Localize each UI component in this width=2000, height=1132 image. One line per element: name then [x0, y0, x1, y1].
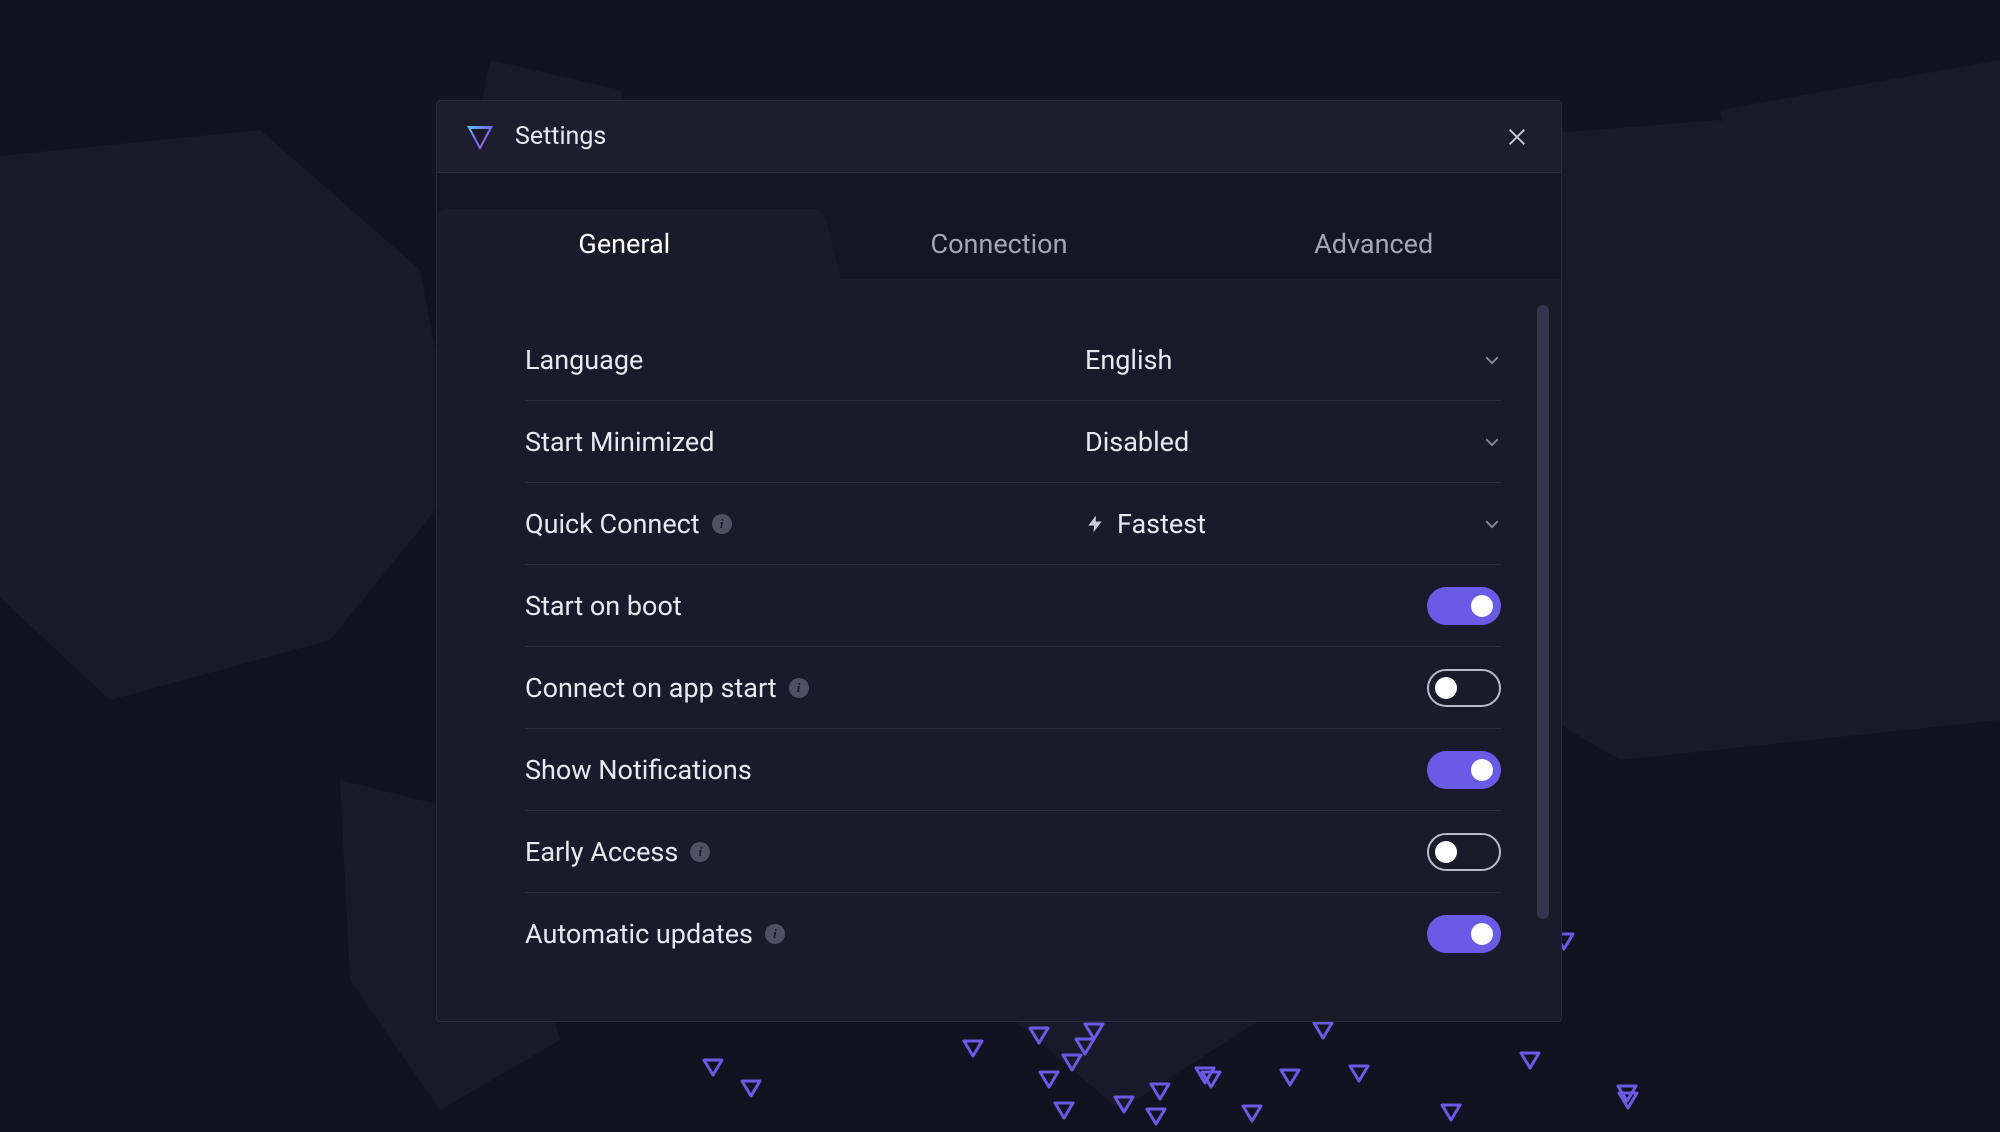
row-language: Language English — [525, 319, 1501, 401]
start-minimized-select[interactable]: Disabled — [1085, 401, 1501, 483]
automatic-updates-toggle[interactable] — [1427, 915, 1501, 953]
row-label: Quick Connect i — [525, 508, 732, 540]
settings-dialog: Settings General Connection Advanced Lan… — [436, 100, 1562, 1022]
tab-advanced[interactable]: Advanced — [1186, 209, 1561, 279]
row-start-on-boot: Start on boot — [525, 565, 1501, 647]
dialog-header: Settings — [437, 101, 1561, 173]
row-show-notifications: Show Notifications — [525, 729, 1501, 811]
close-button[interactable] — [1497, 117, 1537, 157]
toggle-knob — [1471, 923, 1493, 945]
connect-on-start-toggle[interactable] — [1427, 669, 1501, 707]
select-value: Fastest — [1117, 508, 1471, 540]
early-access-toggle[interactable] — [1427, 833, 1501, 871]
start-on-boot-toggle[interactable] — [1427, 587, 1501, 625]
toggle-knob — [1471, 595, 1493, 617]
row-label: Automatic updates i — [525, 918, 785, 950]
row-label: Start Minimized — [525, 426, 714, 458]
toggle-knob — [1471, 759, 1493, 781]
bolt-icon — [1085, 512, 1105, 536]
chevron-down-icon — [1483, 344, 1501, 376]
quick-connect-select[interactable]: Fastest — [1085, 483, 1501, 565]
tab-label: Advanced — [1314, 228, 1433, 260]
row-start-minimized: Start Minimized Disabled — [525, 401, 1501, 483]
tab-connection[interactable]: Connection — [812, 209, 1187, 279]
dialog-title: Settings — [515, 122, 1497, 151]
chevron-down-icon — [1483, 426, 1501, 458]
row-label: Early Access i — [525, 836, 710, 868]
info-icon[interactable]: i — [690, 842, 710, 862]
app-logo-icon — [465, 122, 495, 152]
chevron-down-icon — [1483, 508, 1501, 540]
select-value: English — [1085, 344, 1471, 376]
row-connect-on-start: Connect on app start i — [525, 647, 1501, 729]
tab-general[interactable]: General — [437, 209, 812, 279]
row-early-access: Early Access i — [525, 811, 1501, 893]
info-icon[interactable]: i — [789, 678, 809, 698]
tab-label: Connection — [931, 228, 1068, 260]
row-label: Show Notifications — [525, 754, 752, 786]
info-icon[interactable]: i — [765, 924, 785, 944]
tabs: General Connection Advanced — [437, 173, 1561, 279]
info-icon[interactable]: i — [712, 514, 732, 534]
toggle-knob — [1435, 677, 1457, 699]
language-select[interactable]: English — [1085, 319, 1501, 401]
close-icon — [1506, 126, 1528, 148]
show-notifications-toggle[interactable] — [1427, 751, 1501, 789]
tab-label: General — [578, 228, 670, 260]
row-automatic-updates: Automatic updates i — [525, 893, 1501, 975]
toggle-knob — [1435, 841, 1457, 863]
row-label: Start on boot — [525, 590, 682, 622]
settings-content: Language English Start Minimized Disable… — [437, 279, 1561, 1021]
scrollbar[interactable] — [1537, 305, 1549, 919]
row-quick-connect: Quick Connect i Fastest — [525, 483, 1501, 565]
select-value: Disabled — [1085, 426, 1471, 458]
row-label: Connect on app start i — [525, 672, 809, 704]
row-label: Language — [525, 344, 643, 376]
